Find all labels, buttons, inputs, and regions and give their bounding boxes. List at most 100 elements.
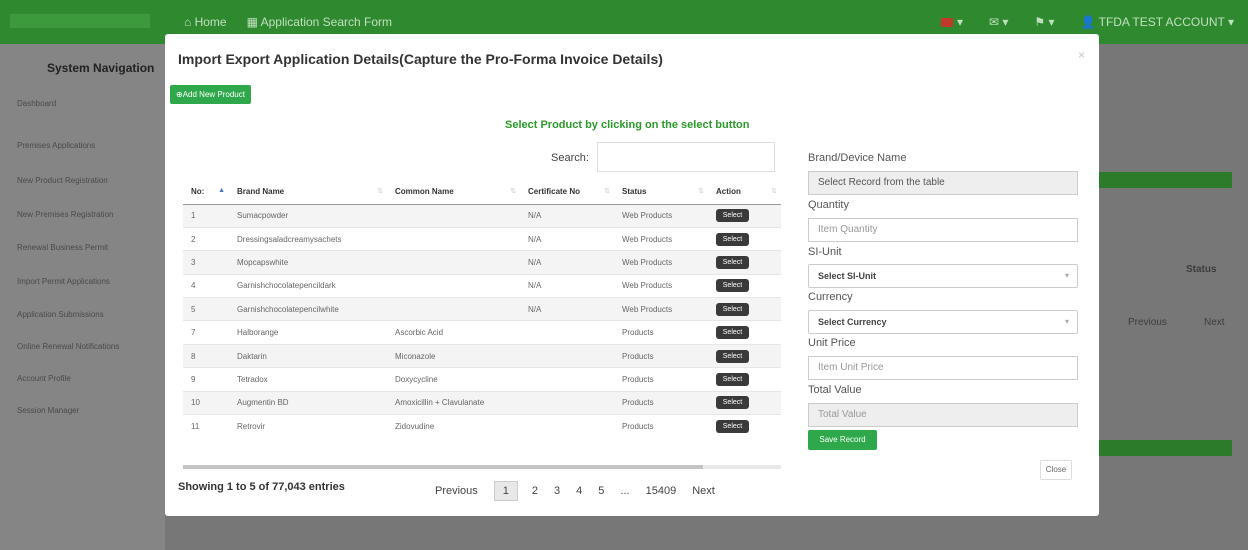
row-common-name: Ascorbic Acid: [387, 320, 520, 345]
pagination: Previous 1 2 3 4 5 ... 15409 Next: [435, 481, 731, 501]
select-button[interactable]: Select: [716, 232, 749, 246]
pagination-page-4[interactable]: 4: [576, 485, 582, 497]
row-no: 10: [183, 390, 229, 415]
unit-price-input[interactable]: Item Unit Price: [808, 356, 1078, 380]
row-common-name: [387, 250, 520, 275]
row-no: 8: [183, 343, 229, 368]
sidebar-item-notifications[interactable]: Online Renewal Notifications: [17, 342, 119, 351]
row-certificate-no: N/A: [520, 273, 614, 298]
column-action-label: Action: [716, 187, 741, 197]
row-brand-name: Daktarin: [229, 343, 387, 368]
row-status: Products: [614, 414, 708, 438]
products-table: No: ▲ Brand Name ⇅ Common Name ⇅ Certificat…: [183, 180, 781, 438]
scrollbar-thumb[interactable]: [183, 465, 703, 469]
select-button[interactable]: Select: [716, 372, 749, 386]
row-action: Select: [708, 320, 781, 345]
add-new-product-label: Add New Product: [182, 90, 245, 99]
add-new-product-button[interactable]: ⊕Add New Product: [170, 85, 251, 104]
dropdown-arrow-icon: ▾: [1064, 317, 1069, 326]
table-row: 8 Daktarin Miconazole Products Select: [183, 343, 781, 368]
table-horizontal-scrollbar[interactable]: [183, 465, 781, 469]
language-dropdown[interactable]: ▾: [940, 15, 963, 29]
sidebar-item-dashboard[interactable]: Dashboard: [17, 99, 56, 108]
currency-select-value: Select Currency: [818, 317, 887, 327]
row-status: Web Products: [614, 273, 708, 298]
notifications-dropdown[interactable]: ✉ ▾: [989, 15, 1008, 29]
select-button[interactable]: Select: [716, 209, 749, 223]
currency-select[interactable]: Select Currency ▾: [808, 310, 1078, 334]
close-icon[interactable]: ×: [1078, 48, 1085, 62]
row-certificate-no: N/A: [520, 203, 614, 228]
quantity-input[interactable]: Item Quantity: [808, 218, 1078, 242]
select-button[interactable]: Select: [716, 255, 749, 269]
tasks-dropdown[interactable]: ⚑ ▾: [1034, 15, 1054, 29]
pagination-previous[interactable]: Previous: [435, 485, 478, 497]
column-header-no[interactable]: No: ▲: [183, 180, 229, 205]
siunit-select-value: Select SI-Unit: [818, 271, 877, 281]
table-row: 2 Dressingsaladcreamysachets N/A Web Produc…: [183, 226, 781, 251]
pagination-next[interactable]: Next: [692, 485, 715, 497]
sidebar-item-import-permit[interactable]: Import Permit Applications: [17, 277, 110, 286]
column-header-action[interactable]: Action ⇅: [708, 180, 781, 205]
row-common-name: Zidovudine: [387, 414, 520, 438]
siunit-label: SI-Unit: [808, 246, 842, 258]
account-dropdown[interactable]: 👤 TFDA TEST ACCOUNT ▾: [1081, 15, 1234, 29]
select-button[interactable]: Select: [716, 302, 749, 316]
row-certificate-no: [520, 320, 614, 345]
sidebar-item-renewal[interactable]: Renewal Business Permit: [17, 243, 108, 252]
row-no: 4: [183, 273, 229, 298]
select-button[interactable]: Select: [716, 419, 749, 433]
row-brand-name: Mopcapswhite: [229, 250, 387, 275]
row-no: 3: [183, 250, 229, 275]
table-row: 1 Sumacpowder N/A Web Products Select: [183, 203, 781, 228]
column-header-brand[interactable]: Brand Name ⇅: [229, 180, 387, 205]
row-brand-name: Garnishchocolatepencildark: [229, 273, 387, 298]
row-no: 2: [183, 226, 229, 251]
row-certificate-no: [520, 367, 614, 392]
table-row: 9 Tetradox Doxycycline Products Select: [183, 367, 781, 392]
total-value-label: Total Value: [808, 384, 862, 396]
nav-home-link[interactable]: ⌂ Home: [184, 15, 227, 29]
row-action: Select: [708, 203, 781, 228]
nav-home-label: Home: [194, 15, 227, 29]
column-no-label: No:: [191, 187, 205, 197]
sidebar-item-premises[interactable]: Premises Applications: [17, 141, 95, 150]
column-header-status[interactable]: Status ⇅: [614, 180, 708, 205]
select-button[interactable]: Select: [716, 396, 749, 410]
pagination-page-last[interactable]: 15409: [646, 485, 677, 497]
sidebar-item-premises-registration[interactable]: New Premises Registration: [17, 210, 113, 219]
sidebar-item-submissions[interactable]: Application Submissions: [17, 310, 104, 319]
sidebar-item-profile[interactable]: Account Profile: [17, 374, 71, 383]
close-button[interactable]: Close: [1040, 460, 1072, 480]
table-row: 10 Augmentin BD Amoxicillin + Clavulanate P…: [183, 390, 781, 415]
row-common-name: [387, 273, 520, 298]
sort-icon: ⇅: [510, 188, 516, 195]
select-button[interactable]: Select: [716, 349, 749, 363]
sidebar: System Navigation Dashboard Premises App…: [0, 44, 165, 550]
row-status: Web Products: [614, 297, 708, 321]
pagination-page-3[interactable]: 3: [554, 485, 560, 497]
search-label: Search:: [551, 152, 589, 164]
search-input[interactable]: [597, 142, 775, 172]
nav-application-search-link[interactable]: ▦ Application Search Form: [247, 15, 392, 29]
select-button[interactable]: Select: [716, 326, 749, 340]
select-button[interactable]: Select: [716, 279, 749, 293]
pagination-ellipsis: ...: [620, 485, 630, 497]
siunit-select[interactable]: Select SI-Unit ▾: [808, 264, 1078, 288]
sidebar-item-product-registration[interactable]: New Product Registration: [17, 176, 108, 185]
column-header-common[interactable]: Common Name ⇅: [387, 180, 520, 205]
select-instruction: Select Product by clicking on the select…: [505, 119, 750, 131]
pagination-page-2[interactable]: 2: [532, 485, 538, 497]
table-row: 5 Garnishchocolatepencilwhite N/A Web Produ…: [183, 297, 781, 321]
sort-icon: ⇅: [698, 188, 704, 195]
save-record-button[interactable]: Save Record: [808, 430, 877, 450]
pagination-page-1[interactable]: 1: [493, 481, 518, 501]
pagination-page-5[interactable]: 5: [598, 485, 604, 497]
row-status: Web Products: [614, 250, 708, 275]
column-header-certificate[interactable]: Certificate No ⇅: [520, 180, 614, 205]
row-brand-name: Halborange: [229, 320, 387, 345]
table-row: 3 Mopcapswhite N/A Web Products Select: [183, 250, 781, 275]
sidebar-item-session[interactable]: Session Manager: [17, 406, 79, 415]
row-certificate-no: [520, 390, 614, 415]
row-common-name: [387, 297, 520, 321]
